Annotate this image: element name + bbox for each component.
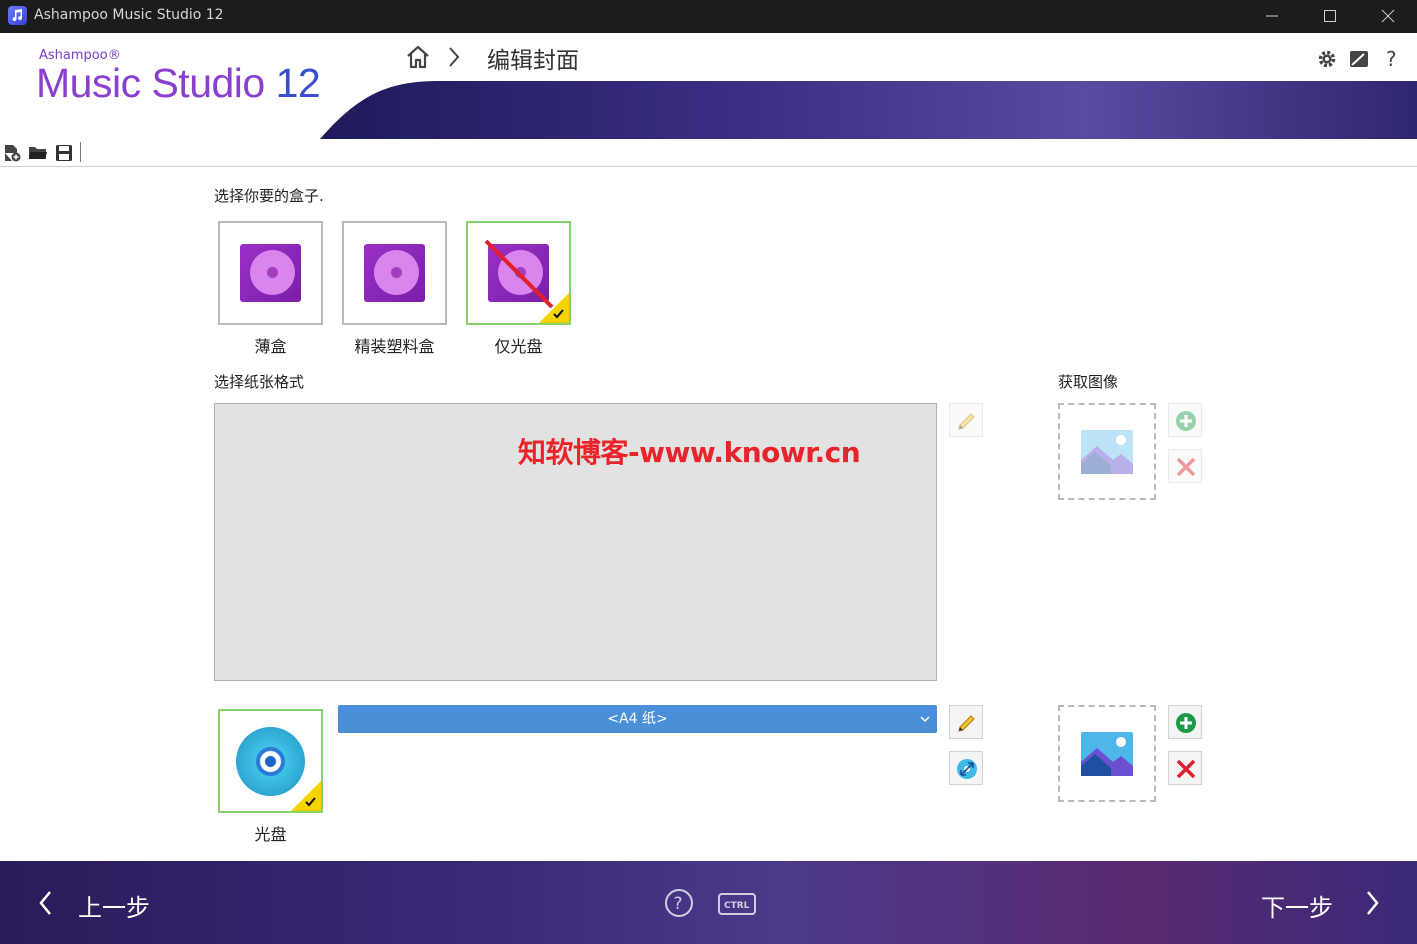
disc-resize-icon — [957, 759, 977, 779]
window-title: Ashampoo Music Studio 12 — [34, 7, 224, 23]
watermark-text: 知软博客-www.knowr.cn — [518, 436, 861, 469]
logo-product-name: Music Studio — [36, 60, 265, 106]
chevron-right-icon[interactable] — [1362, 888, 1382, 922]
edit-disc-button[interactable] — [949, 705, 983, 739]
chevron-down-icon — [920, 716, 930, 723]
save-icon[interactable] — [54, 143, 74, 163]
remove-disc-image-button[interactable] — [1168, 751, 1202, 785]
box-option-label: 薄盒 — [254, 337, 287, 356]
chevron-right-icon — [446, 45, 462, 73]
check-icon — [553, 309, 564, 319]
gear-icon[interactable] — [1316, 48, 1338, 70]
keyboard-shortcuts-icon[interactable]: CTRL — [718, 893, 756, 919]
pencil-icon — [958, 413, 975, 430]
disc-image-slot[interactable] — [1058, 705, 1156, 802]
check-icon — [305, 797, 316, 807]
paper-format-label: 选择纸张格式 — [214, 373, 305, 391]
page-title: 编辑封面 — [487, 48, 579, 74]
disc-option[interactable] — [218, 709, 323, 813]
box-option-label: 仅光盘 — [494, 337, 543, 356]
svg-text:?: ? — [1386, 48, 1397, 70]
open-folder-icon[interactable] — [28, 143, 48, 163]
box-prompt: 选择你要的盒子. — [214, 187, 324, 205]
pencil-icon — [958, 715, 975, 732]
footer: 上一步 ? CTRL 下一步 — [0, 861, 1417, 944]
new-file-icon[interactable] — [2, 143, 22, 163]
add-image-button[interactable] — [1168, 403, 1202, 437]
close-window-button[interactable] — [1359, 0, 1417, 33]
close-icon — [1176, 457, 1196, 477]
next-button[interactable]: 下一步 — [1261, 888, 1333, 923]
plus-icon — [1176, 411, 1196, 431]
ctrl-label: CTRL — [724, 901, 750, 911]
help-icon[interactable]: ? — [1381, 47, 1403, 71]
title-bar: Ashampoo Music Studio 12 — [0, 0, 1417, 33]
back-button[interactable]: 上一步 — [78, 888, 150, 923]
skin-icon[interactable] — [1348, 48, 1370, 70]
box-option-jewel[interactable] — [342, 221, 447, 325]
image-placeholder-icon — [1081, 430, 1133, 474]
logo-version: 12 — [275, 60, 321, 106]
plus-icon — [1176, 713, 1196, 733]
cd-case-icon — [240, 244, 301, 302]
maximize-button[interactable] — [1301, 0, 1359, 33]
disc-settings-button[interactable] — [949, 751, 983, 785]
add-disc-image-button[interactable] — [1168, 705, 1202, 739]
app-window: Ashampoo Music Studio 12 Ashampoo® Music… — [0, 0, 1417, 944]
chevron-left-icon[interactable] — [36, 888, 56, 922]
cover-image-slot[interactable] — [1058, 403, 1156, 500]
paper-format-value: <A4 纸> — [607, 711, 668, 727]
image-icon — [1081, 732, 1133, 776]
get-image-label: 获取图像 — [1058, 373, 1119, 391]
disc-label: 光盘 — [254, 825, 287, 844]
toolbar — [0, 139, 1417, 167]
cd-case-icon — [364, 244, 425, 302]
svg-text:?: ? — [674, 894, 683, 914]
home-icon[interactable] — [405, 44, 431, 74]
close-icon — [1176, 759, 1196, 779]
paper-format-select[interactable]: <A4 纸> — [338, 705, 937, 733]
minimize-button[interactable] — [1243, 0, 1301, 33]
app-icon — [8, 6, 27, 25]
box-option-label: 精装塑料盒 — [354, 337, 435, 356]
box-option-disc-only[interactable] — [466, 221, 571, 325]
header: Ashampoo® Music Studio 12 编辑封面 ? — [0, 33, 1417, 139]
logo-product: Music Studio 12 — [36, 60, 321, 107]
help-circle-icon[interactable]: ? — [664, 888, 694, 922]
remove-image-button[interactable] — [1168, 449, 1202, 483]
edit-cover-button[interactable] — [949, 403, 983, 437]
toolbar-divider — [80, 142, 81, 162]
box-option-slim[interactable] — [218, 221, 323, 325]
